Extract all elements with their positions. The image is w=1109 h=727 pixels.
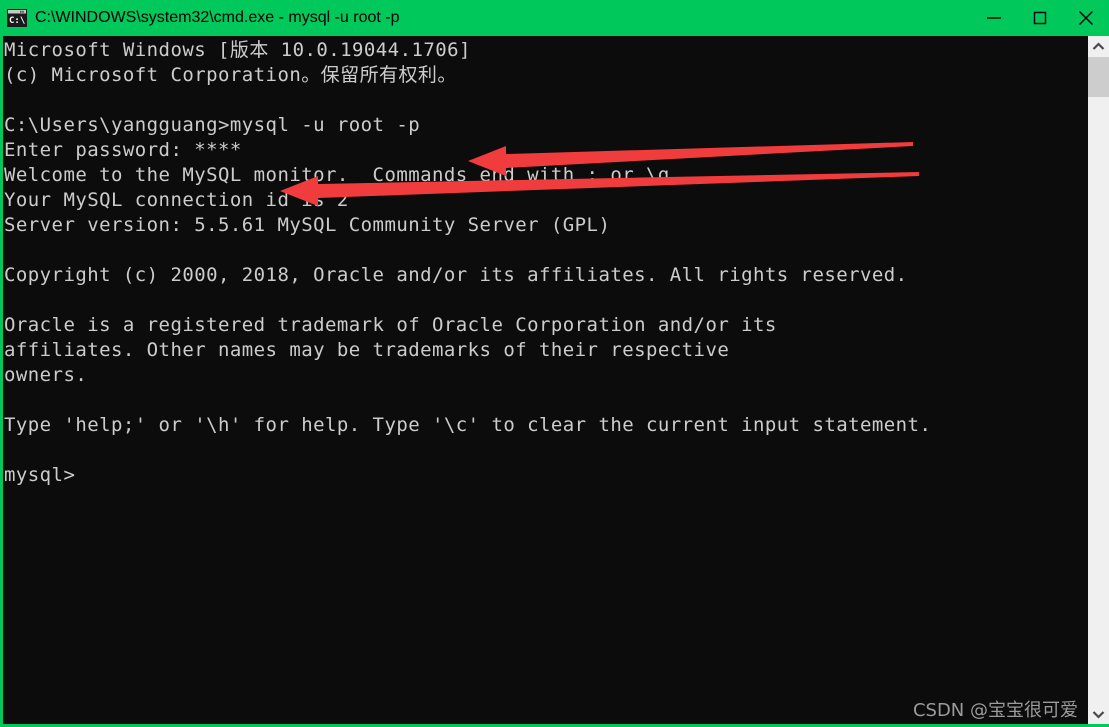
terminal-line: affiliates. Other names may be trademark… [4, 339, 730, 361]
cmd-window: C:\ C:\WINDOWS\system32\cmd.exe - mysql … [0, 0, 1109, 727]
scroll-down-button[interactable] [1088, 704, 1109, 724]
terminal-line: Enter password: **** [4, 139, 242, 161]
terminal-line: Your MySQL connection id is 2 [4, 189, 349, 211]
terminal-line: Welcome to the MySQL monitor. Commands e… [4, 164, 682, 186]
cmd-console-icon: C:\ [7, 9, 27, 27]
minimize-icon [987, 17, 1001, 19]
terminal-line: (c) Microsoft Corporation。保留所有权利。 [4, 64, 457, 86]
scroll-up-button[interactable] [1088, 36, 1109, 56]
scrollbar-thumb[interactable] [1088, 57, 1109, 97]
terminal-line: mysql> [4, 464, 76, 486]
terminal-line: Microsoft Windows [版本 10.0.19044.1706] [4, 39, 471, 61]
chevron-up-icon [1092, 41, 1105, 50]
svg-text:C:\: C:\ [9, 16, 25, 26]
window-controls [971, 0, 1109, 36]
close-icon [1079, 11, 1093, 25]
terminal-line: Copyright (c) 2000, 2018, Oracle and/or … [4, 264, 908, 286]
terminal-line: Server version: 5.5.61 MySQL Community S… [4, 214, 611, 236]
vertical-scrollbar[interactable] [1088, 36, 1109, 724]
terminal-client-area[interactable]: Microsoft Windows [版本 10.0.19044.1706] (c… [3, 36, 1106, 724]
maximize-icon [1033, 11, 1047, 25]
close-button[interactable] [1063, 0, 1109, 36]
minimize-button[interactable] [971, 0, 1017, 36]
terminal-line: owners. [4, 364, 88, 386]
chevron-down-icon [1092, 710, 1105, 719]
window-title: C:\WINDOWS\system32\cmd.exe - mysql -u r… [35, 9, 400, 26]
title-bar[interactable]: C:\ C:\WINDOWS\system32\cmd.exe - mysql … [0, 0, 1109, 36]
terminal-line: C:\Users\yangguang>mysql -u root -p [4, 114, 421, 136]
terminal-line: Type 'help;' or '\h' for help. Type '\c'… [4, 414, 932, 436]
csdn-watermark: CSDN @宝宝很可爱 [912, 700, 1078, 721]
terminal-output[interactable]: Microsoft Windows [版本 10.0.19044.1706] (c… [3, 36, 1085, 724]
maximize-button[interactable] [1017, 0, 1063, 36]
terminal-line: Oracle is a registered trademark of Orac… [4, 314, 777, 336]
